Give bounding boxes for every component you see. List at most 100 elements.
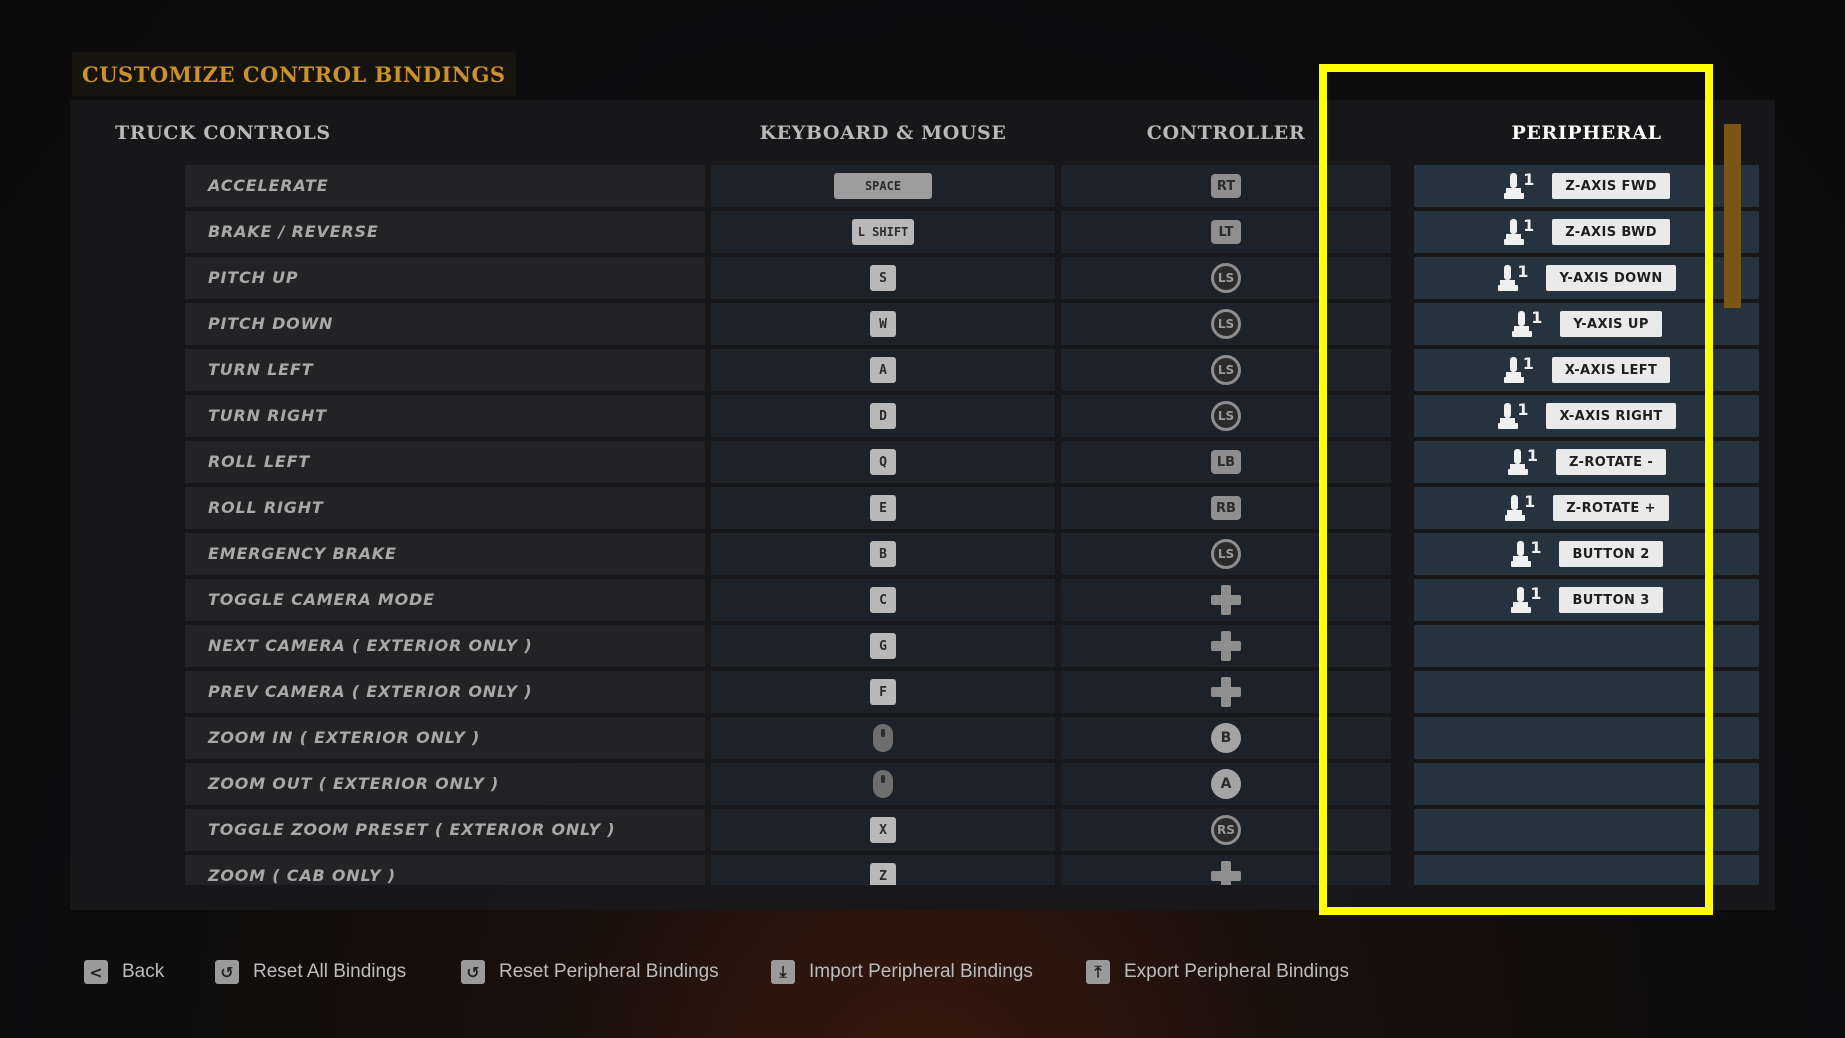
keyboard-binding-cell[interactable]: C bbox=[711, 579, 1055, 621]
keyboard-binding-cell[interactable]: F bbox=[711, 671, 1055, 713]
footer-action-import-peripheral-bindings[interactable]: ⤓ Import Peripheral Bindings bbox=[771, 960, 1033, 984]
binding-row[interactable]: BRAKE / REVERSE L SHIFT LT 1 Z-AXIS BWD bbox=[70, 211, 1775, 253]
action-name-cell[interactable]: TOGGLE CAMERA MODE bbox=[185, 579, 705, 621]
device-number: 1 bbox=[1523, 216, 1535, 235]
action-name-cell[interactable]: ZOOM OUT ( EXTERIOR ONLY ) bbox=[185, 763, 705, 805]
keyboard-binding: SPACE bbox=[711, 165, 1055, 207]
action-name-cell[interactable]: ACCELERATE bbox=[185, 165, 705, 207]
dpad-icon bbox=[1211, 585, 1241, 615]
footer-action-reset-peripheral-bindings[interactable]: ↺ Reset Peripheral Bindings bbox=[461, 960, 719, 984]
controller-binding-cell[interactable]: RB bbox=[1061, 487, 1391, 529]
peripheral-binding-cell[interactable] bbox=[1414, 717, 1759, 759]
keyboard-binding-cell[interactable]: W bbox=[711, 303, 1055, 345]
peripheral-binding-cell[interactable]: 1 BUTTON 2 bbox=[1414, 533, 1759, 575]
peripheral-binding-cell[interactable]: 1 Z-ROTATE - bbox=[1414, 441, 1759, 483]
peripheral-binding-cell[interactable]: 1 X-AXIS RIGHT bbox=[1414, 395, 1759, 437]
peripheral-binding-cell[interactable] bbox=[1414, 625, 1759, 667]
footer-action-export-peripheral-bindings[interactable]: ⤒ Export Peripheral Bindings bbox=[1086, 960, 1349, 984]
action-name-cell[interactable]: TURN LEFT bbox=[185, 349, 705, 391]
controller-binding-cell[interactable]: LS bbox=[1061, 533, 1391, 575]
action-name-cell[interactable]: TURN RIGHT bbox=[185, 395, 705, 437]
keyboard-binding-cell[interactable]: L SHIFT bbox=[711, 211, 1055, 253]
peripheral-binding-cell[interactable]: 1 Y-AXIS DOWN bbox=[1414, 257, 1759, 299]
peripheral-axis-label: Z-AXIS FWD bbox=[1552, 173, 1670, 199]
controller-binding-cell[interactable] bbox=[1061, 579, 1391, 621]
action-name: TURN RIGHT bbox=[208, 406, 327, 425]
controller-binding-cell[interactable] bbox=[1061, 671, 1391, 713]
keyboard-binding-cell[interactable] bbox=[711, 717, 1055, 759]
binding-row[interactable]: PREV CAMERA ( EXTERIOR ONLY ) F bbox=[70, 671, 1775, 713]
controller-binding-cell[interactable]: B bbox=[1061, 717, 1391, 759]
keyboard-binding-cell[interactable]: Q bbox=[711, 441, 1055, 483]
binding-row[interactable]: TURN LEFT A LS 1 X-AXIS LEFT bbox=[70, 349, 1775, 391]
action-name-cell[interactable]: PITCH UP bbox=[185, 257, 705, 299]
binding-row[interactable]: EMERGENCY BRAKE B LS 1 BUTTON 2 bbox=[70, 533, 1775, 575]
binding-row[interactable]: TOGGLE ZOOM PRESET ( EXTERIOR ONLY ) X RS bbox=[70, 809, 1775, 851]
binding-row[interactable]: ZOOM OUT ( EXTERIOR ONLY ) A bbox=[70, 763, 1775, 805]
binding-row[interactable]: TOGGLE CAMERA MODE C 1 BUTTON 3 bbox=[70, 579, 1775, 621]
action-name-cell[interactable]: BRAKE / REVERSE bbox=[185, 211, 705, 253]
controller-binding-cell[interactable] bbox=[1061, 855, 1391, 885]
keyboard-binding-cell[interactable]: A bbox=[711, 349, 1055, 391]
action-name-cell[interactable]: ROLL LEFT bbox=[185, 441, 705, 483]
joystick-icon: 1 bbox=[1504, 492, 1535, 522]
binding-row[interactable]: ROLL LEFT Q LB 1 Z-ROTATE - bbox=[70, 441, 1775, 483]
action-name-cell[interactable]: EMERGENCY BRAKE bbox=[185, 533, 705, 575]
controller-binding-cell[interactable]: LS bbox=[1061, 303, 1391, 345]
keyboard-binding-cell[interactable]: G bbox=[711, 625, 1055, 667]
header-controller: CONTROLLER bbox=[1146, 122, 1306, 144]
thumbstick-icon: LS bbox=[1211, 539, 1241, 569]
peripheral-binding-cell[interactable]: 1 Y-AXIS UP bbox=[1414, 303, 1759, 345]
controller-binding-cell[interactable]: A bbox=[1061, 763, 1391, 805]
controller-binding-cell[interactable]: LT bbox=[1061, 211, 1391, 253]
controller-binding-cell[interactable] bbox=[1061, 625, 1391, 667]
keyboard-binding-cell[interactable]: E bbox=[711, 487, 1055, 529]
controller-binding-cell[interactable]: RT bbox=[1061, 165, 1391, 207]
binding-row[interactable]: NEXT CAMERA ( EXTERIOR ONLY ) G bbox=[70, 625, 1775, 667]
footer-action-reset-all-bindings[interactable]: ↺ Reset All Bindings bbox=[215, 960, 406, 984]
peripheral-binding-cell[interactable]: 1 BUTTON 3 bbox=[1414, 579, 1759, 621]
action-name-cell[interactable]: ZOOM ( CAB ONLY ) bbox=[185, 855, 705, 885]
peripheral-binding-cell[interactable]: 1 Z-AXIS FWD bbox=[1414, 165, 1759, 207]
controller-binding: RT bbox=[1061, 165, 1391, 207]
action-name-cell[interactable]: PITCH DOWN bbox=[185, 303, 705, 345]
key-icon: S bbox=[870, 265, 896, 291]
peripheral-binding-cell[interactable]: 1 Z-AXIS BWD bbox=[1414, 211, 1759, 253]
keyboard-binding-cell[interactable]: S bbox=[711, 257, 1055, 299]
keyboard-binding-cell[interactable]: B bbox=[711, 533, 1055, 575]
peripheral-binding-cell[interactable]: 1 X-AXIS LEFT bbox=[1414, 349, 1759, 391]
footer-action-back[interactable]: < Back bbox=[84, 960, 164, 984]
keyboard-binding-cell[interactable]: X bbox=[711, 809, 1055, 851]
peripheral-binding-cell[interactable] bbox=[1414, 671, 1759, 713]
binding-row[interactable]: ZOOM ( CAB ONLY ) Z bbox=[70, 855, 1775, 885]
action-name-cell[interactable]: PREV CAMERA ( EXTERIOR ONLY ) bbox=[185, 671, 705, 713]
peripheral-binding-cell[interactable] bbox=[1414, 855, 1759, 885]
binding-row[interactable]: TURN RIGHT D LS 1 X-AXIS RIGHT bbox=[70, 395, 1775, 437]
binding-row[interactable]: PITCH DOWN W LS 1 Y-AXIS UP bbox=[70, 303, 1775, 345]
peripheral-binding-cell[interactable]: 1 Z-ROTATE + bbox=[1414, 487, 1759, 529]
controller-binding bbox=[1061, 579, 1391, 621]
action-name-cell[interactable]: ROLL RIGHT bbox=[185, 487, 705, 529]
scrollbar-thumb[interactable] bbox=[1724, 124, 1741, 308]
binding-row[interactable]: ZOOM IN ( EXTERIOR ONLY ) B bbox=[70, 717, 1775, 759]
action-name-cell[interactable]: ZOOM IN ( EXTERIOR ONLY ) bbox=[185, 717, 705, 759]
keyboard-binding-cell[interactable]: D bbox=[711, 395, 1055, 437]
controller-binding-cell[interactable]: LB bbox=[1061, 441, 1391, 483]
controller-binding-cell[interactable]: LS bbox=[1061, 349, 1391, 391]
peripheral-binding-cell[interactable] bbox=[1414, 763, 1759, 805]
action-name-cell[interactable]: NEXT CAMERA ( EXTERIOR ONLY ) bbox=[185, 625, 705, 667]
thumbstick-icon: LS bbox=[1211, 401, 1241, 431]
peripheral-binding-cell[interactable] bbox=[1414, 809, 1759, 851]
action-name-cell[interactable]: TOGGLE ZOOM PRESET ( EXTERIOR ONLY ) bbox=[185, 809, 705, 851]
peripheral-binding-content: 1 Z-AXIS FWD bbox=[1503, 170, 1670, 200]
keyboard-binding-cell[interactable]: SPACE bbox=[711, 165, 1055, 207]
controller-binding-cell[interactable]: RS bbox=[1061, 809, 1391, 851]
keyboard-binding-cell[interactable]: Z bbox=[711, 855, 1055, 885]
controller-binding-cell[interactable]: LS bbox=[1061, 395, 1391, 437]
binding-row[interactable]: ACCELERATE SPACE RT 1 Z-AXIS FWD bbox=[70, 165, 1775, 207]
binding-row[interactable]: ROLL RIGHT E RB 1 Z-ROTATE + bbox=[70, 487, 1775, 529]
keyboard-binding-cell[interactable] bbox=[711, 763, 1055, 805]
controller-binding-cell[interactable]: LS bbox=[1061, 257, 1391, 299]
binding-row[interactable]: PITCH UP S LS 1 Y-AXIS DOWN bbox=[70, 257, 1775, 299]
keyboard-binding: A bbox=[711, 349, 1055, 391]
